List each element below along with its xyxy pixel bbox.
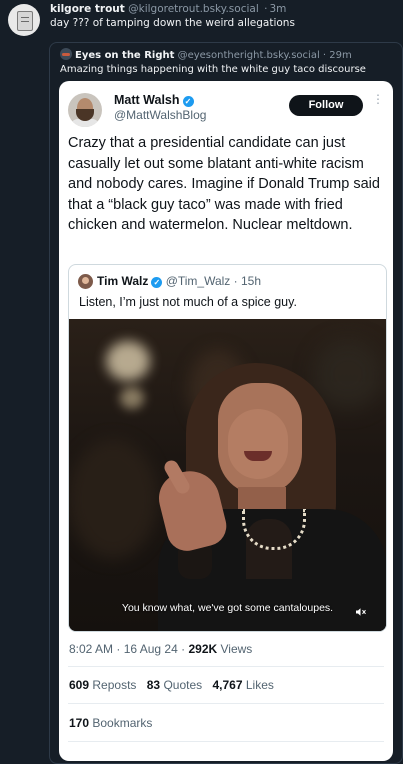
tweet-text: Crazy that a presidential candidate can … [68,135,380,233]
views-label: Views [220,642,253,656]
bookmarks-label: Bookmarks [92,716,153,730]
separator: · [322,50,327,61]
author-avatar[interactable] [8,4,40,36]
quoted-post-time[interactable]: 29m [329,50,351,61]
tweet-author-name: Matt Walsh [114,93,180,107]
inner-author-avatar [78,274,93,289]
more-options-icon: ⋮ [372,92,384,106]
likes-label: Likes [245,678,274,692]
bookmarks-count: 170 [69,716,90,730]
quoted-post[interactable]: Eyes on the Right @eyesontheright.bsky.s… [49,42,403,764]
divider [68,703,384,704]
inner-tweet-time: 15h [241,274,262,288]
post-time[interactable]: 3m [269,3,286,15]
separator: · [116,642,121,656]
tweet-time: 8:02 AM [69,642,114,656]
post-header: kilgore trout @kilgoretrout.bsky.social … [50,3,286,15]
inner-quoted-tweet: Tim Walz ✓ @Tim_Walz · 15h Listen, I’m ju… [68,264,387,632]
video-thumbnail: You know what, we've got some cantaloupe… [69,319,386,631]
quoted-author-name[interactable]: Eyes on the Right [75,50,174,61]
reposts-label: Reposts [92,678,137,692]
quoted-post-header: Eyes on the Right @eyesontheright.bsky.s… [60,48,352,61]
embedded-tweet-screenshot[interactable]: Matt Walsh ✓ @MattWalshBlog Follow ⋮ Craz… [59,81,393,761]
views-count: 292K [188,642,218,656]
reposts-count: 609 [69,678,90,692]
bookmarks-stat: 170 Bookmarks [69,716,152,730]
video-caption: You know what, we've got some cantaloupe… [121,602,334,614]
quoted-author-avatar [60,48,72,60]
inner-tweet-text: Listen, I’m just not much of a spice guy… [79,295,297,309]
tweet-stats: 609 Reposts 83 Quotes 4,767 Likes [69,678,281,692]
quoted-post-text: Amazing things happening with the white … [60,64,366,75]
tweet-author-avatar [68,93,102,127]
follow-button: Follow [289,95,363,116]
document-icon [17,11,33,31]
separator: · [233,274,238,288]
speaker-muted-icon [355,607,367,617]
verified-badge-icon: ✓ [151,277,163,288]
quotes-count: 83 [146,678,161,692]
likes-count: 4,767 [212,678,243,692]
author-name[interactable]: kilgore trout [50,3,125,15]
verified-badge-icon: ✓ [182,96,194,107]
divider [68,741,384,742]
divider [68,666,384,667]
inner-author-name: Tim Walz [97,274,149,288]
tweet-author-handle: @MattWalshBlog [114,108,207,122]
post-text: day ??? of tamping down the weird allega… [50,17,295,29]
quotes-label: Quotes [163,678,203,692]
tweet-date: 16 Aug 24 [123,642,178,656]
inner-author-handle: @Tim_Walz [165,274,231,288]
author-handle[interactable]: @kilgoretrout.bsky.social [128,3,259,15]
tweet-author-name-row: Matt Walsh ✓ [114,93,194,107]
feed-post[interactable]: kilgore trout @kilgoretrout.bsky.social … [0,0,403,764]
inner-tweet-header: Tim Walz ✓ @Tim_Walz · 15h [97,274,261,288]
quoted-author-handle[interactable]: @eyesontheright.bsky.social [178,50,320,61]
separator: · [264,3,268,15]
separator: · [181,642,186,656]
tweet-metadata: 8:02 AM · 16 Aug 24 · 292K Views [69,642,252,656]
